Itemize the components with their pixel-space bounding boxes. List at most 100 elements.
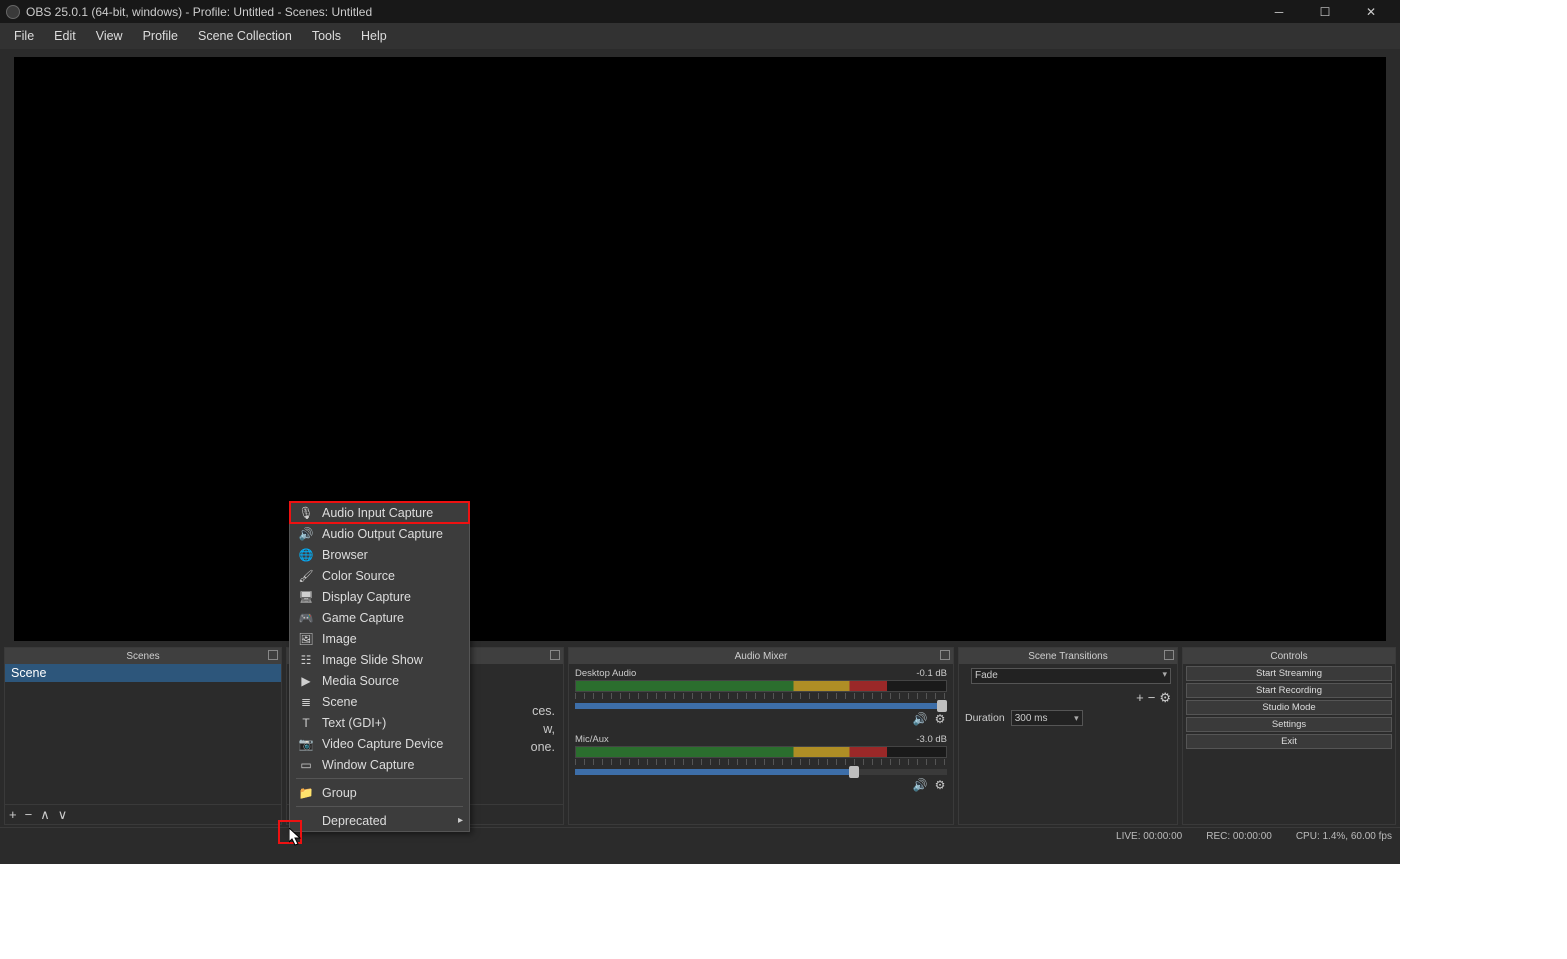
status-rec: REC: 00:00:00 <box>1206 831 1272 842</box>
move-up-button[interactable]: ∧ <box>40 807 50 823</box>
transitions-header[interactable]: Scene Transitions <box>959 648 1177 664</box>
scenes-toolbar: + − ∧ ∨ <box>5 804 281 824</box>
menu-tools[interactable]: Tools <box>302 25 351 47</box>
context-item-label: Color Source <box>322 569 395 583</box>
text-icon: T <box>298 715 314 731</box>
window-icon: ▭ <box>298 757 314 773</box>
context-item-audio-output-capture[interactable]: 🔊 Audio Output Capture <box>290 523 469 544</box>
window-title: OBS 25.0.1 (64-bit, windows) - Profile: … <box>26 5 372 19</box>
settings-button[interactable]: Settings <box>1186 717 1392 732</box>
controls-header[interactable]: Controls <box>1183 648 1395 664</box>
context-menu-separator <box>296 806 463 807</box>
context-item-image-slide-show[interactable]: ☷Image Slide Show <box>290 649 469 670</box>
obs-window: OBS 25.0.1 (64-bit, windows) - Profile: … <box>0 0 1400 864</box>
menu-help[interactable]: Help <box>351 25 397 47</box>
context-item-label: Text (GDI+) <box>322 716 386 730</box>
speaker-icon: 🔊 <box>298 526 314 542</box>
preview-canvas[interactable] <box>14 57 1386 641</box>
studio-mode-button[interactable]: Studio Mode <box>1186 700 1392 715</box>
add-scene-button[interactable]: + <box>9 807 17 822</box>
transition-select[interactable]: Fade <box>971 668 1171 684</box>
image-icon: 🖼 <box>298 631 314 647</box>
status-live: LIVE: 00:00:00 <box>1116 831 1182 842</box>
context-item-image[interactable]: 🖼 Image <box>290 628 469 649</box>
mixer-header[interactable]: Audio Mixer <box>569 648 953 664</box>
channel-level: -0.1 dB <box>916 668 947 679</box>
volume-slider[interactable] <box>575 703 947 709</box>
remove-transition-button[interactable]: − <box>1148 690 1156 706</box>
context-item-label: Image <box>322 632 357 646</box>
duration-spinner[interactable]: 300 ms <box>1011 710 1083 726</box>
gear-icon[interactable]: ⚙ <box>933 778 947 792</box>
scenes-header[interactable]: Scenes <box>5 648 281 664</box>
speaker-icon[interactable]: 🔊 <box>913 712 927 726</box>
gear-icon[interactable]: ⚙ <box>933 712 947 726</box>
context-item-group[interactable]: 📁Group <box>290 782 469 803</box>
globe-icon: 🌐 <box>298 547 314 563</box>
popout-icon[interactable] <box>550 650 560 660</box>
mixer-title: Audio Mixer <box>735 651 788 662</box>
start-streaming-button[interactable]: Start Streaming <box>1186 666 1392 681</box>
close-button[interactable]: ✕ <box>1348 0 1394 23</box>
context-item-label: Media Source <box>322 674 399 688</box>
exit-button[interactable]: Exit <box>1186 734 1392 749</box>
context-item-text-gdi-[interactable]: T Text (GDI+) <box>290 712 469 733</box>
folder-icon: 📁 <box>298 785 314 801</box>
menu-profile[interactable]: Profile <box>133 25 188 47</box>
context-item-game-capture[interactable]: 🎮 Game Capture <box>290 607 469 628</box>
context-item-window-capture[interactable]: ▭ Window Capture <box>290 754 469 775</box>
move-down-button[interactable]: ∨ <box>58 807 68 823</box>
mic-icon: 🎙 <box>298 505 314 521</box>
add-source-context-menu[interactable]: 🎙 Audio Input Capture 🔊 Audio Output Captur… <box>289 501 470 832</box>
start-recording-button[interactable]: Start Recording <box>1186 683 1392 698</box>
channel-name: Mic/Aux <box>575 734 609 745</box>
obs-logo-icon <box>6 5 20 19</box>
context-item-deprecated[interactable]: Deprecated▸ <box>290 810 469 831</box>
transitions-dock: Scene Transitions Fade + − ⚙ Duration <box>958 647 1178 825</box>
volume-meter <box>575 680 947 692</box>
remove-scene-button[interactable]: − <box>25 807 33 822</box>
context-item-label: Window Capture <box>322 758 414 772</box>
context-item-browser[interactable]: 🌐Browser <box>290 544 469 565</box>
speaker-icon[interactable]: 🔊 <box>913 778 927 792</box>
menu-scene-collection[interactable]: Scene Collection <box>188 25 302 47</box>
context-item-label: Audio Input Capture <box>322 506 433 520</box>
context-item-label: Video Capture Device <box>322 737 443 751</box>
context-item-display-capture[interactable]: 🖥 Display Capture <box>290 586 469 607</box>
camera-icon: 📷 <box>298 736 314 752</box>
statusbar: LIVE: 00:00:00 REC: 00:00:00 CPU: 1.4%, … <box>0 827 1400 845</box>
context-item-audio-input-capture[interactable]: 🎙 Audio Input Capture <box>290 502 469 523</box>
context-item-label: Audio Output Capture <box>322 527 443 541</box>
popout-icon[interactable] <box>1164 650 1174 660</box>
blank-icon <box>298 813 314 829</box>
menu-file[interactable]: File <box>4 25 44 47</box>
popout-icon[interactable] <box>940 650 950 660</box>
add-transition-button[interactable]: + <box>1136 690 1144 706</box>
minimize-button[interactable]: ─ <box>1256 0 1302 23</box>
transition-settings-button[interactable]: ⚙ <box>1159 690 1171 706</box>
context-item-label: Display Capture <box>322 590 411 604</box>
play-icon: ▶ <box>298 673 314 689</box>
popout-icon[interactable] <box>268 650 278 660</box>
maximize-button[interactable]: ☐ <box>1302 0 1348 23</box>
volume-slider[interactable] <box>575 769 947 775</box>
context-item-media-source[interactable]: ▶ Media Source <box>290 670 469 691</box>
gamepad-icon: 🎮 <box>298 610 314 626</box>
context-item-scene[interactable]: ≣Scene <box>290 691 469 712</box>
monitor-icon: 🖥 <box>298 589 314 605</box>
audio-mixer-dock: Audio Mixer Desktop Audio -0.1 dB <box>568 647 954 825</box>
transitions-title: Scene Transitions <box>1028 651 1108 662</box>
menu-edit[interactable]: Edit <box>44 25 86 47</box>
context-item-label: Game Capture <box>322 611 404 625</box>
scene-list-item[interactable]: Scene <box>5 664 281 682</box>
channel-level: -3.0 dB <box>916 734 947 745</box>
context-item-color-source[interactable]: 🖌 Color Source <box>290 565 469 586</box>
titlebar: OBS 25.0.1 (64-bit, windows) - Profile: … <box>0 0 1400 23</box>
context-item-label: Image Slide Show <box>322 653 423 667</box>
mixer-channel: Desktop Audio -0.1 dB 🔊 ⚙ <box>575 668 947 726</box>
brush-icon: 🖌 <box>298 568 314 584</box>
preview-area <box>0 49 1400 645</box>
controls-dock: Controls Start Streaming Start Recording… <box>1182 647 1396 825</box>
context-item-video-capture-device[interactable]: 📷 Video Capture Device <box>290 733 469 754</box>
menu-view[interactable]: View <box>86 25 133 47</box>
